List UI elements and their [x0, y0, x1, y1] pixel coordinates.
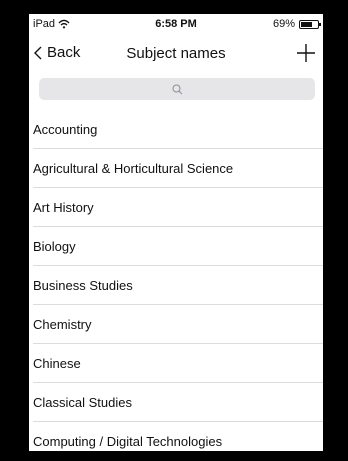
battery-level-fill	[301, 21, 313, 27]
status-bar: iPad 6:58 PM 69%	[29, 14, 323, 36]
battery-percent: 69%	[272, 18, 295, 30]
plus-icon	[297, 44, 315, 62]
subject-name: Biology	[33, 239, 76, 254]
navigation-bar: Back Subject names	[29, 36, 323, 74]
list-item[interactable]: Art History	[29, 188, 323, 227]
list-item[interactable]: Chemistry	[29, 305, 323, 344]
subject-name: Accounting	[33, 122, 98, 137]
search-icon	[172, 84, 182, 94]
list-item[interactable]: Chinese	[29, 344, 323, 383]
subject-name: Computing / Digital Technologies	[33, 434, 223, 449]
subject-name: Chemistry	[33, 317, 92, 332]
list-item[interactable]: Biology	[29, 227, 323, 266]
list-item[interactable]: Classical Studies	[29, 383, 323, 422]
subject-name: Agricultural & Horticultural Science	[33, 161, 234, 176]
page-title: Subject names	[126, 45, 226, 62]
list-item[interactable]: Business Studies	[29, 266, 323, 305]
list-item[interactable]: Agricultural & Horticultural Science	[29, 149, 323, 188]
list-item[interactable]: Accounting	[29, 110, 323, 149]
device-frame: iPad 6:58 PM 69% Back Subject names Acco…	[0, 0, 348, 461]
subject-list: Accounting Agricultural & Horticultural S…	[29, 110, 323, 451]
search-input[interactable]	[39, 78, 315, 100]
ipad-screen: iPad 6:58 PM 69% Back Subject names Acco…	[29, 14, 323, 451]
subject-name: Art History	[33, 200, 94, 215]
subject-name: Business Studies	[33, 278, 133, 293]
list-item[interactable]: Computing / Digital Technologies	[29, 422, 323, 451]
subject-name: Classical Studies	[33, 395, 132, 410]
add-button[interactable]	[295, 42, 317, 64]
subject-name: Chinese	[33, 356, 81, 371]
battery-icon	[299, 19, 321, 29]
